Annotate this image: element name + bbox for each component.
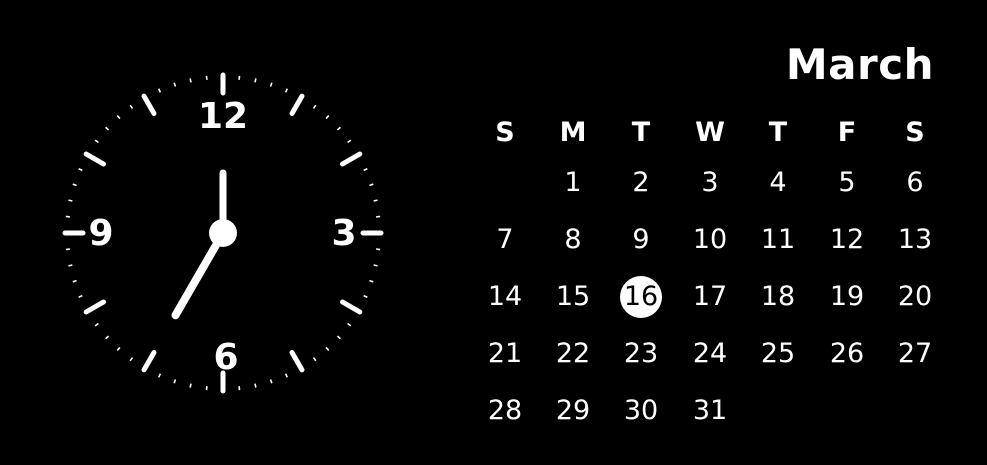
calendar-day[interactable]: 17 [687, 274, 733, 320]
hour-tick [340, 151, 363, 167]
hour-tick [289, 350, 305, 373]
calendar-day[interactable]: 23 [618, 331, 664, 377]
minute-tick [129, 104, 134, 109]
calendar-day[interactable]: 6 [892, 160, 938, 206]
hour-tick [141, 350, 157, 373]
days-grid: 1 2 3 4 5 6 7 8 9 10 11 12 13 14 15 16 17 18 19 20 21 22 23 24 2… [470, 30, 950, 450]
minute-tick [369, 279, 374, 283]
minute-tick [78, 294, 83, 298]
calendar-day[interactable]: 24 [687, 331, 733, 377]
calendar-day[interactable]: 29 [550, 388, 596, 434]
minute-tick [105, 335, 110, 340]
minute-tick [325, 115, 330, 120]
minute-tick [373, 199, 378, 202]
numeral-12: 12 [198, 96, 248, 137]
minute-tick [129, 357, 134, 362]
calendar-day[interactable]: 22 [550, 331, 596, 377]
numeral-3: 3 [331, 213, 356, 254]
minute-tick [254, 383, 257, 388]
calendar-day[interactable]: 30 [618, 388, 664, 434]
calendar-day[interactable]: 28 [482, 388, 528, 434]
minute-tick [68, 264, 73, 267]
calendar-day[interactable]: 26 [824, 331, 870, 377]
calendar-day[interactable]: 7 [482, 217, 528, 263]
hour-tick [340, 299, 363, 315]
minute-tick [94, 139, 99, 144]
calendar-day[interactable]: 21 [482, 331, 528, 377]
minute-tick [269, 379, 273, 384]
minute-tick [173, 82, 177, 87]
minute-tick [68, 199, 73, 202]
minute-tick [347, 139, 352, 144]
minute-tick [116, 115, 121, 120]
calendar-day[interactable]: 2 [618, 160, 664, 206]
minute-tick [269, 82, 273, 87]
analog-clock-widget[interactable]: 12 3 6 9 [48, 58, 398, 408]
calendar-day[interactable]: 10 [687, 217, 733, 263]
minute-tick [72, 279, 77, 283]
calendar-day[interactable]: 15 [550, 274, 596, 320]
calendar-day[interactable]: 25 [755, 331, 801, 377]
calendar-day[interactable]: 1 [550, 160, 596, 206]
minute-tick [312, 357, 317, 362]
minute-tick [325, 346, 330, 351]
minute-tick [158, 373, 162, 378]
calendar-day[interactable]: 9 [618, 217, 664, 263]
numeral-6: 6 [213, 337, 238, 378]
calendar-day[interactable]: 11 [755, 217, 801, 263]
minute-tick [363, 168, 368, 172]
clock-face: 12 3 6 9 [62, 72, 384, 394]
hour-tick [141, 93, 157, 116]
minute-tick [254, 78, 257, 83]
numeral-9: 9 [88, 213, 113, 254]
minute-tick [284, 88, 288, 93]
hour-tick [289, 93, 305, 116]
minute-tick [94, 322, 99, 327]
minute-tick [105, 126, 110, 131]
minute-tick [116, 346, 121, 351]
calendar-day[interactable]: 3 [687, 160, 733, 206]
calendar-day[interactable]: 18 [755, 274, 801, 320]
minute-tick [72, 183, 77, 187]
calendar-day[interactable]: 27 [892, 331, 938, 377]
hour-tick [83, 299, 106, 315]
minute-tick [373, 264, 378, 267]
calendar-day[interactable]: 4 [755, 160, 801, 206]
minute-tick [78, 168, 83, 172]
calendar-day[interactable]: 20 [892, 274, 938, 320]
calendar-day[interactable]: 5 [824, 160, 870, 206]
calendar-day[interactable]: 12 [824, 217, 870, 263]
calendar-day[interactable]: 19 [824, 274, 870, 320]
calendar-day[interactable]: 8 [550, 217, 596, 263]
calendar-widget[interactable]: March SMTWTFS 1 2 3 4 5 6 7 8 9 10 11 12 13 14 15 16 17 1… [470, 30, 950, 450]
minute-tick [189, 78, 192, 83]
hour-hand [171, 229, 227, 320]
calendar-day[interactable]: 31 [687, 388, 733, 434]
hour-tick [83, 151, 106, 167]
minute-tick [336, 126, 341, 131]
minute-tick [312, 104, 317, 109]
clock-center-pin [209, 219, 237, 247]
calendar-day-today[interactable]: 16 [620, 276, 662, 318]
minute-tick [336, 335, 341, 340]
minute-tick [284, 373, 288, 378]
minute-tick [189, 383, 192, 388]
minute-tick [173, 379, 177, 384]
minute-tick [158, 88, 162, 93]
minute-tick [347, 322, 352, 327]
minute-tick [363, 294, 368, 298]
calendar-day[interactable]: 14 [482, 274, 528, 320]
minute-tick [369, 183, 374, 187]
calendar-day[interactable]: 13 [892, 217, 938, 263]
